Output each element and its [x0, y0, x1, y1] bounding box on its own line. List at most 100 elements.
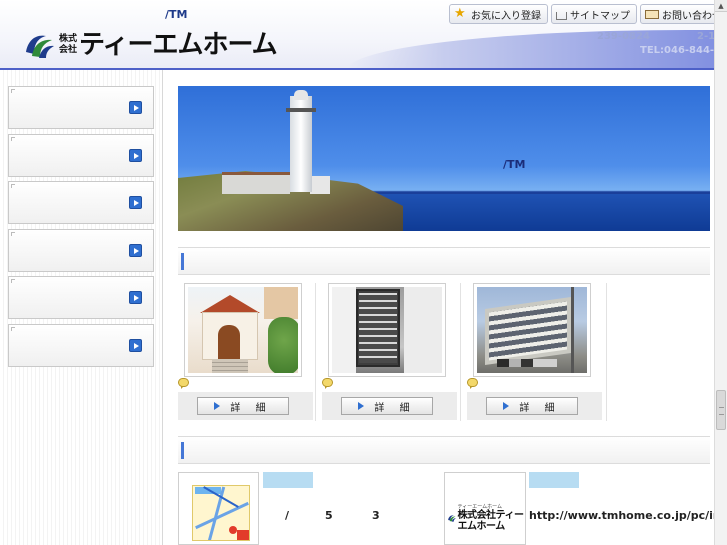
- house-photo-part: [218, 325, 240, 359]
- corner-decoration: [11, 137, 15, 141]
- section-marker: [181, 442, 184, 459]
- listing-photo-frame[interactable]: [184, 283, 302, 377]
- tower-photo-part: [332, 287, 356, 373]
- section-header-listings: [178, 247, 710, 275]
- arrow-right-icon[interactable]: [129, 149, 142, 162]
- map-pin-icon: [229, 526, 237, 534]
- sitemap-icon: [556, 12, 567, 20]
- sidebar-item-5[interactable]: [8, 276, 154, 319]
- logo-wave-icon: [26, 35, 54, 58]
- corner-decoration: [11, 327, 15, 331]
- lighthouse-lamp: [294, 90, 308, 100]
- logo-company-name: ティーエムホーム: [79, 30, 278, 60]
- house-photo-part: [268, 317, 298, 373]
- play-arrow-icon: [214, 402, 221, 410]
- map-image: [192, 485, 250, 541]
- logo-small-top: 株式: [59, 34, 78, 44]
- card-divider: [606, 283, 607, 421]
- detail-button-label: 詳 細: [230, 402, 272, 414]
- website-url[interactable]: http://www.tmhome.co.jp/pc/inde: [529, 509, 727, 522]
- sidebar-item-3[interactable]: [8, 181, 154, 224]
- sitemap-link[interactable]: サイトマップ: [551, 4, 637, 24]
- section-header-info: [178, 436, 710, 464]
- play-arrow-icon: [503, 402, 510, 410]
- mail-icon: [645, 9, 659, 19]
- map-thumbnail[interactable]: [178, 472, 259, 545]
- house-photo: [188, 287, 298, 373]
- info-tab-label: [529, 472, 579, 488]
- map-part: [237, 530, 249, 540]
- listing-card-3: 詳 細: [467, 283, 602, 421]
- detail-button[interactable]: 詳 細: [197, 397, 289, 415]
- mini-logo: ティーエームホーム 株式会社ティーエムホーム: [447, 504, 525, 532]
- hero-banner-lighthouse: /TM: [178, 86, 710, 231]
- listing-card-2: 詳 細: [322, 283, 457, 421]
- house-photo-part: [264, 287, 298, 319]
- mini-logo-name: 株式会社ティーエムホーム: [457, 510, 524, 532]
- tower-photo-part: [404, 287, 442, 373]
- arrow-right-icon[interactable]: [129, 196, 142, 209]
- corner-decoration: [11, 232, 15, 236]
- speech-bubble-icon: [322, 378, 333, 389]
- apartment-photo-part: [497, 359, 557, 367]
- header-links: ★ お気に入り登録 サイトマップ お問い合わせ: [449, 4, 727, 24]
- arrow-right-icon[interactable]: [129, 339, 142, 352]
- sitemap-link-label: サイトマップ: [570, 10, 630, 22]
- detail-button-label: 詳 細: [374, 402, 416, 414]
- section-marker: [181, 253, 184, 270]
- play-arrow-icon: [358, 402, 365, 410]
- banner-logo-link[interactable]: ティーエームホーム 株式会社ティーエムホーム: [444, 472, 526, 545]
- card-divider: [460, 283, 461, 421]
- info-number-1: 5: [325, 509, 333, 522]
- logo-company-type: 株式 会社: [59, 34, 77, 56]
- sidebar-item-1[interactable]: [8, 86, 154, 129]
- corner-decoration: [11, 184, 15, 188]
- postal-code: 239-0824: [597, 31, 650, 42]
- map-part: [195, 501, 249, 530]
- site-logo[interactable]: 株式 会社 ティーエムホーム: [22, 30, 278, 60]
- detail-button-label: 詳 細: [519, 402, 561, 414]
- info-number-2: 3: [372, 509, 380, 522]
- site-header: /TM 株式 会社 ティーエムホーム ★ お気に入り登録 サイトマップ お問い合…: [0, 0, 727, 70]
- star-icon: ★: [454, 6, 466, 21]
- logo-small-bottom: 会社: [59, 45, 78, 55]
- arrow-right-icon[interactable]: [129, 101, 142, 114]
- apartment-photo: [477, 287, 587, 373]
- bookmark-link-label: お気に入り登録: [471, 10, 541, 22]
- site-tagline: /TM: [165, 8, 188, 21]
- lighthouse-gallery: [286, 108, 316, 112]
- detail-button[interactable]: 詳 細: [341, 397, 433, 415]
- arrow-right-icon[interactable]: [129, 291, 142, 304]
- apartment-photo-part: [571, 287, 574, 373]
- speech-bubble-icon: [178, 378, 189, 389]
- scroll-up-icon[interactable]: ▲: [715, 0, 727, 12]
- tower-photo: [332, 287, 442, 373]
- scroll-thumb[interactable]: [716, 390, 726, 430]
- apartment-photo-part: [485, 296, 571, 366]
- vertical-scrollbar[interactable]: ▲: [714, 0, 727, 545]
- logo-wave-icon: [448, 515, 456, 522]
- sidebar-item-4[interactable]: [8, 229, 154, 272]
- date-separator: /: [285, 509, 290, 522]
- corner-decoration: [11, 279, 15, 283]
- listing-photo-frame[interactable]: [473, 283, 591, 377]
- house-photo-part: [200, 295, 260, 313]
- tower-photo-part: [356, 289, 400, 367]
- info-tab-label: [263, 472, 313, 488]
- sidebar-item-6[interactable]: [8, 324, 154, 367]
- listing-card-1: 詳 細: [178, 283, 313, 421]
- contact-link-label: お問い合わせ: [662, 10, 722, 22]
- building: [310, 176, 330, 194]
- bookmark-link[interactable]: ★ お気に入り登録: [449, 4, 548, 24]
- corner-decoration: [11, 89, 15, 93]
- house-photo-part: [212, 359, 248, 373]
- card-divider: [315, 283, 316, 421]
- mini-logo-text: ティーエームホーム 株式会社ティーエムホーム: [458, 504, 525, 532]
- speech-bubble-icon: [467, 378, 478, 389]
- arrow-right-icon[interactable]: [129, 244, 142, 257]
- detail-button[interactable]: 詳 細: [486, 397, 578, 415]
- sidebar-item-2[interactable]: [8, 134, 154, 177]
- building: [222, 172, 290, 194]
- sidebar-menu: [0, 70, 163, 545]
- listing-photo-frame[interactable]: [328, 283, 446, 377]
